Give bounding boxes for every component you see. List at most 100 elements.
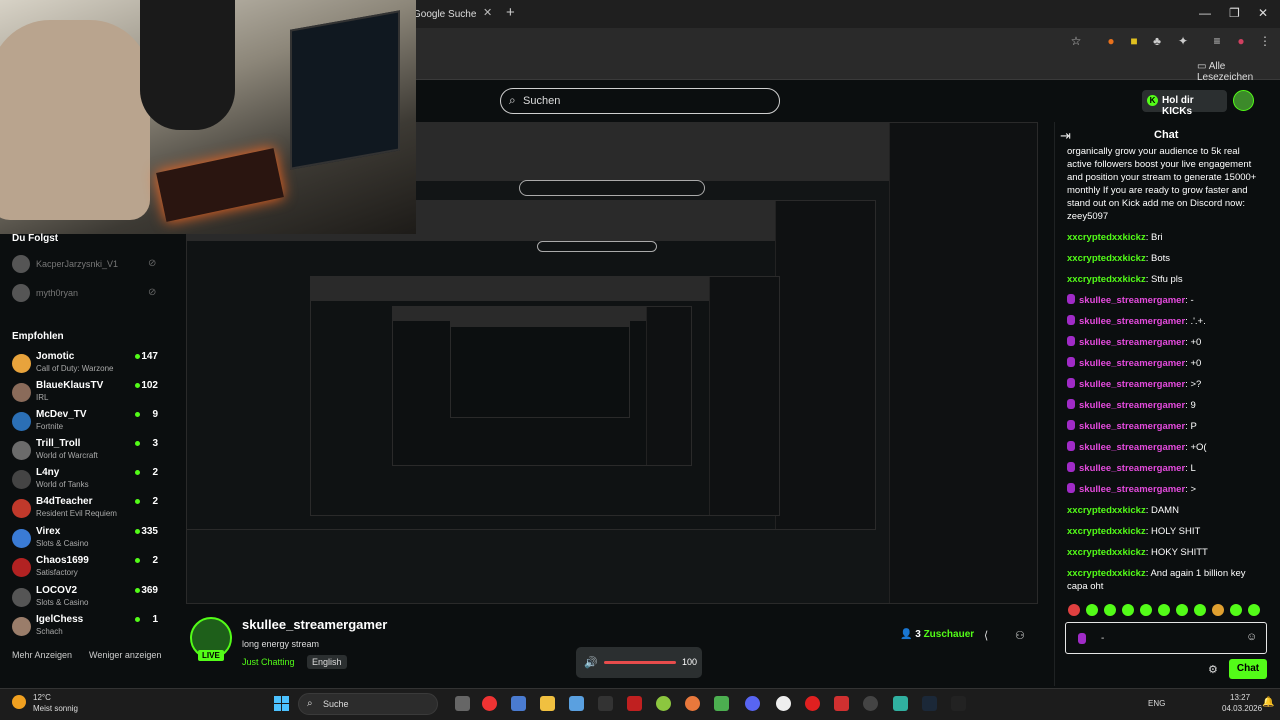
chat-username[interactable]: skullee_streamergamer	[1079, 295, 1185, 306]
chat-username[interactable]: skullee_streamergamer	[1079, 337, 1185, 348]
emote-icon[interactable]	[1122, 604, 1134, 616]
chat-username[interactable]: skullee_streamergamer	[1079, 421, 1185, 432]
sidebar-channel[interactable]: B4dTeacher Resident Evil Requiem 2	[12, 496, 162, 524]
language-indicator[interactable]: ENG	[1148, 699, 1165, 708]
new-tab-icon[interactable]: +	[506, 4, 515, 21]
chrome-icon[interactable]	[482, 696, 497, 711]
sidebar-followed-item[interactable]: myth0ryan ⊘	[12, 284, 162, 304]
task-view-icon[interactable]	[455, 696, 470, 711]
app-icon[interactable]	[951, 696, 966, 711]
extensions-puzzle-icon[interactable]: ✦	[1176, 34, 1190, 48]
emote-icon[interactable]	[1194, 604, 1206, 616]
app-icon[interactable]	[776, 696, 791, 711]
speaker-icon[interactable]: 🔊	[584, 656, 598, 669]
sidebar-channel[interactable]: McDev_TV Fortnite 9	[12, 409, 162, 437]
chat-username[interactable]: xxcryptedxxkickz	[1067, 526, 1146, 537]
chat-username[interactable]: xxcryptedxxkickz	[1067, 505, 1146, 516]
collapse-chat-icon[interactable]: ⇥	[1060, 128, 1071, 144]
minecraft-icon[interactable]	[714, 696, 729, 711]
category-link[interactable]: Just Chatting	[242, 657, 295, 667]
show-more-button[interactable]: Mehr Anzeigen	[12, 650, 72, 660]
extension-icon[interactable]: ♣	[1150, 34, 1164, 48]
mic-badge-icon	[1067, 294, 1075, 304]
sidebar-channel[interactable]: Jomotic Call of Duty: Warzone 147	[12, 351, 162, 379]
taskbar-search[interactable]: ⌕ Suche	[298, 693, 438, 715]
emoji-icon[interactable]: ☺	[1246, 631, 1257, 643]
chat-username[interactable]: xxcryptedxxkickz	[1067, 274, 1146, 285]
user-avatar[interactable]	[1233, 90, 1254, 111]
search-input[interactable]: ⌕ Suchen	[500, 88, 780, 114]
app-icon[interactable]	[834, 696, 849, 711]
streamer-name[interactable]: skullee_streamergamer	[242, 617, 387, 632]
chat-message: skullee_streamergamer: P	[1067, 420, 1267, 433]
show-less-button[interactable]: Weniger anzeigen	[89, 650, 161, 660]
recommended-heading: Empfohlen	[12, 331, 64, 342]
follow-user-icon[interactable]: ⚇	[1015, 629, 1025, 642]
emote-icon[interactable]	[1230, 604, 1242, 616]
app-icon[interactable]	[863, 696, 878, 711]
chat-settings-icon[interactable]: ⚙	[1208, 663, 1218, 676]
extension-icon[interactable]: ●	[1104, 34, 1118, 48]
sidebar-channel[interactable]: BlaueKlausTV IRL 102	[12, 380, 162, 408]
store-icon[interactable]	[569, 696, 584, 711]
steam-icon[interactable]	[922, 696, 937, 711]
emote-icon[interactable]	[1086, 604, 1098, 616]
chat-username[interactable]: xxcryptedxxkickz	[1067, 253, 1146, 264]
sidebar-channel[interactable]: Virex Slots & Casino 335	[12, 526, 162, 554]
media-control-icon[interactable]: ≡	[1210, 34, 1224, 48]
chat-username[interactable]: xxcryptedxxkickz	[1067, 547, 1146, 558]
emote-icon[interactable]	[1140, 604, 1152, 616]
window-close-icon[interactable]: ✕	[1258, 6, 1268, 20]
chat-username[interactable]: skullee_streamergamer	[1079, 400, 1185, 411]
get-kicks-button[interactable]: K Hol dir KICKs	[1142, 90, 1227, 117]
volume-slider[interactable]	[604, 661, 676, 664]
emote-icon[interactable]	[1176, 604, 1188, 616]
sidebar-followed-item[interactable]: KacperJarzysnki_V1 ⊘	[12, 255, 162, 275]
emote-icon[interactable]	[1248, 604, 1260, 616]
app-icon[interactable]	[627, 696, 642, 711]
weather-icon[interactable]	[12, 695, 26, 709]
notification-icon[interactable]: 🔔	[1262, 697, 1274, 708]
language-tag[interactable]: English	[307, 655, 347, 669]
app-icon[interactable]	[893, 696, 908, 711]
sidebar-channel[interactable]: Chaos1699 Satisfactory 2	[12, 555, 162, 583]
browser-menu-icon[interactable]: ⋮	[1258, 34, 1272, 48]
sidebar-channel[interactable]: Trill_Troll World of Warcraft 3	[12, 438, 162, 466]
minimize-icon[interactable]: —	[1199, 6, 1211, 20]
extension-icon[interactable]: ■	[1127, 34, 1141, 48]
app-icon[interactable]	[805, 696, 820, 711]
app-icon[interactable]	[598, 696, 613, 711]
chat-username[interactable]: skullee_streamergamer	[1079, 484, 1185, 495]
sidebar-channel[interactable]: LOCOV2 Slots & Casino 369	[12, 585, 162, 613]
chat-username[interactable]: skullee_streamergamer	[1079, 442, 1185, 453]
windows-start-icon[interactable]	[274, 696, 290, 712]
volume-control[interactable]: 🔊 100	[576, 647, 702, 678]
clock-time[interactable]: 13:27	[1230, 693, 1250, 702]
share-icon[interactable]: ⟨	[984, 629, 988, 642]
app-icon[interactable]	[685, 696, 700, 711]
discord-icon[interactable]	[745, 696, 760, 711]
app-icon[interactable]	[656, 696, 671, 711]
live-dot-icon	[135, 588, 140, 593]
chat-username[interactable]: xxcryptedxxkickz	[1067, 568, 1146, 579]
emote-icon[interactable]	[1158, 604, 1170, 616]
emote-icon[interactable]	[1104, 604, 1116, 616]
sidebar-channel[interactable]: L4ny World of Tanks 2	[12, 467, 162, 495]
close-tab-icon[interactable]: ✕	[483, 6, 492, 19]
app-icon[interactable]	[511, 696, 526, 711]
maximize-icon[interactable]: ❐	[1229, 6, 1240, 20]
chat-username[interactable]: skullee_streamergamer	[1079, 463, 1185, 474]
chat-username[interactable]: skullee_streamergamer	[1079, 358, 1185, 369]
chat-input[interactable]: - ☺	[1065, 622, 1267, 654]
sidebar-channel[interactable]: IgelChess Schach 1	[12, 614, 162, 642]
file-explorer-icon[interactable]	[540, 696, 555, 711]
chat-username[interactable]: xxcryptedxxkickz	[1067, 232, 1146, 243]
chat-username[interactable]: skullee_streamergamer	[1079, 316, 1185, 327]
emote-icon[interactable]	[1212, 604, 1224, 616]
bookmark-star-icon[interactable]: ☆	[1069, 34, 1083, 48]
chat-username[interactable]: skullee_streamergamer	[1079, 379, 1185, 390]
clock-date[interactable]: 04.03.2026	[1222, 704, 1262, 713]
emote-icon[interactable]	[1068, 604, 1080, 616]
profile-avatar-icon[interactable]: ●	[1234, 34, 1248, 48]
send-chat-button[interactable]: Chat	[1229, 659, 1267, 679]
